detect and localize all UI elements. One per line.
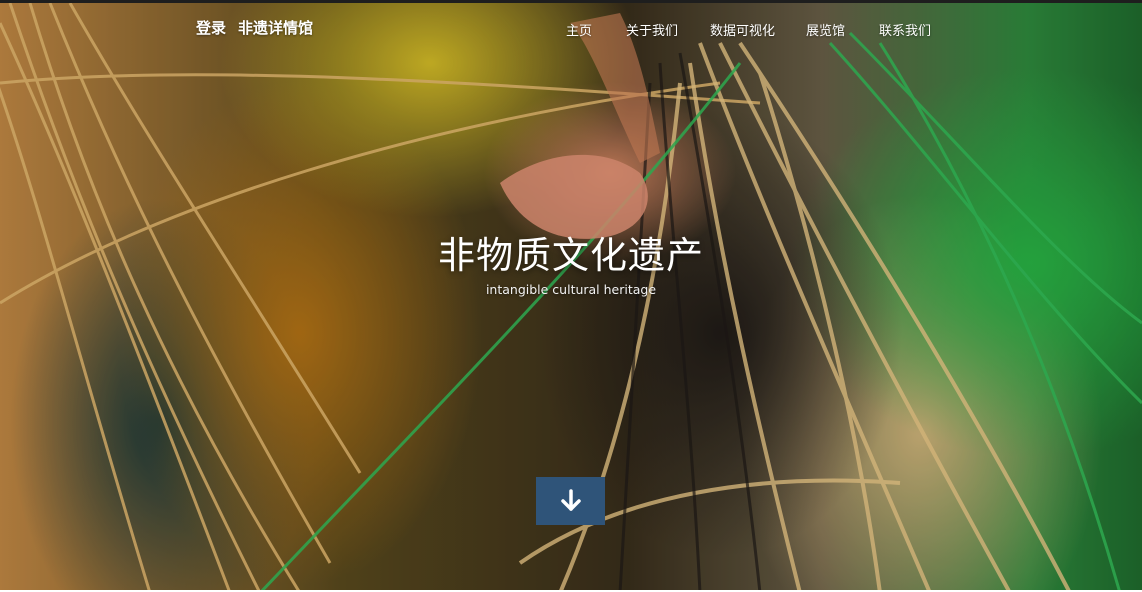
hero-subtitle: intangible cultural heritage: [485, 282, 657, 297]
top-navbar: 登录 非遗详情馆 主页 关于我们 数据可视化 展览馆 联系我们: [0, 3, 1142, 51]
hero-title: 非物质文化遗产: [438, 234, 704, 277]
arrow-down-icon: [560, 489, 581, 511]
nav-item-data-visualization[interactable]: 数据可视化: [710, 20, 775, 39]
nav-item-about[interactable]: 关于我们: [626, 20, 678, 39]
scroll-down-button[interactable]: [536, 477, 605, 525]
nav-item-exhibition[interactable]: 展览馆: [806, 20, 845, 39]
hero-section: 登录 非遗详情馆 主页 关于我们 数据可视化 展览馆 联系我们 非物质文化遗产 …: [0, 0, 1142, 590]
nav-item-contact[interactable]: 联系我们: [879, 20, 931, 39]
nav-menu: 主页 关于我们 数据可视化 展览馆 联系我们: [0, 20, 1142, 40]
nav-item-home[interactable]: 主页: [566, 20, 592, 39]
